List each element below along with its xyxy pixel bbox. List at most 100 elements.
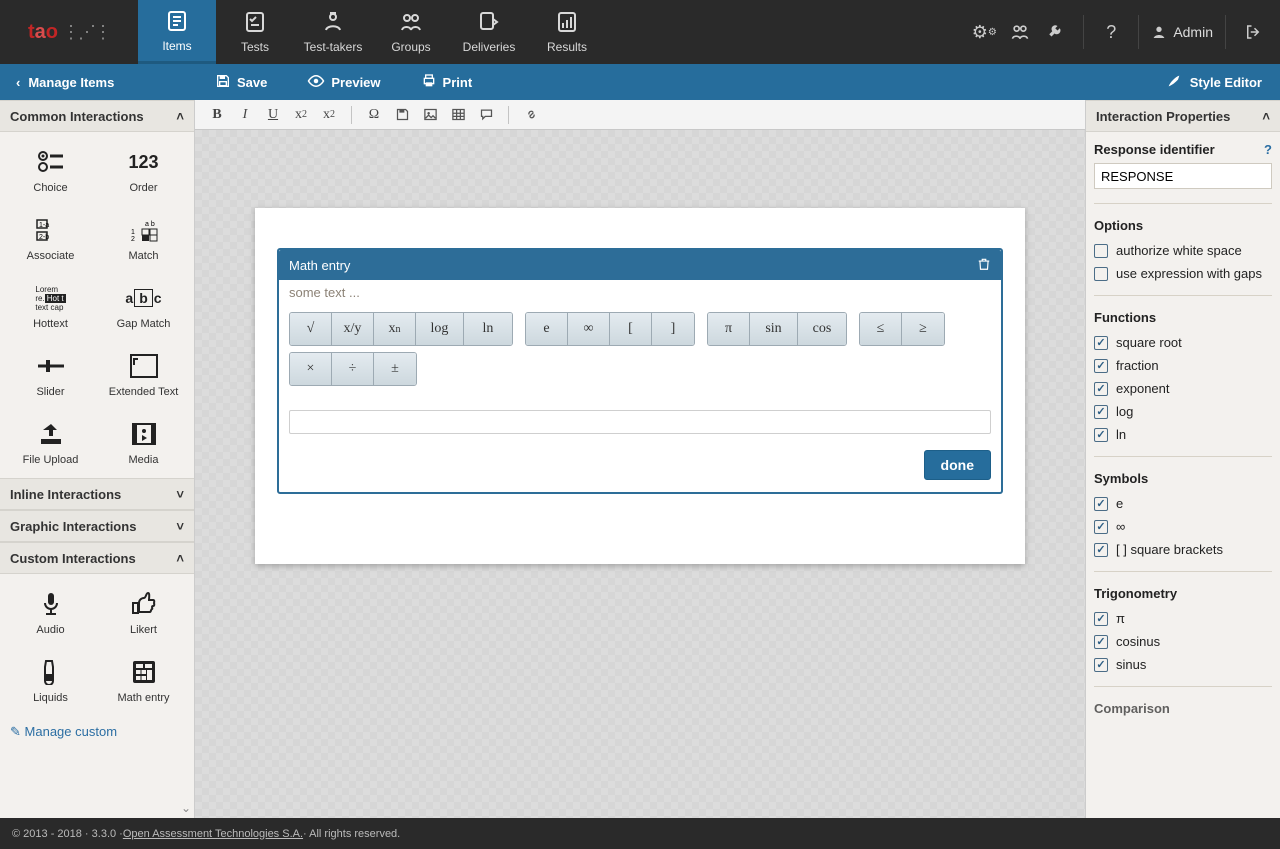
interaction-audio[interactable]: Audio xyxy=(4,582,97,644)
nav-deliveries[interactable]: Deliveries xyxy=(450,0,528,64)
math-btn-[interactable]: ] xyxy=(652,313,694,345)
settings-icon[interactable]: ⚙⚙ xyxy=(969,17,999,47)
math-input-field[interactable] xyxy=(289,410,991,434)
bold-button[interactable]: B xyxy=(205,103,229,127)
checkbox[interactable] xyxy=(1094,635,1108,649)
checkbox[interactable] xyxy=(1094,336,1108,350)
footer-link[interactable]: Open Assessment Technologies S.A. xyxy=(123,828,303,840)
panel-label: Graphic Interactions xyxy=(10,519,136,534)
interaction-order[interactable]: 123Order xyxy=(97,140,190,202)
checkbox[interactable] xyxy=(1094,244,1108,258)
manage-items-button[interactable]: ‹ Manage Items xyxy=(0,64,195,100)
math-btn-[interactable]: ± xyxy=(374,353,416,385)
checkbox[interactable] xyxy=(1094,658,1108,672)
underline-button[interactable]: U xyxy=(261,103,285,127)
interaction-media[interactable]: Media xyxy=(97,412,190,474)
save-button[interactable]: Save xyxy=(195,73,287,92)
tools-icon[interactable] xyxy=(1041,17,1071,47)
common-interactions-grid: Choice123Order1-a2-bAssociatea b12MatchL… xyxy=(0,132,194,478)
image-button[interactable] xyxy=(418,103,442,127)
interaction-math-entry[interactable]: Math entry xyxy=(97,650,190,712)
omega-button[interactable]: Ω xyxy=(362,103,386,127)
comment-button[interactable] xyxy=(474,103,498,127)
superscript-button[interactable]: x2 xyxy=(317,103,341,127)
interaction-file-upload[interactable]: File Upload xyxy=(4,412,97,474)
interaction-associate[interactable]: 1-a2-bAssociate xyxy=(4,208,97,270)
math-btn-[interactable]: ≤ xyxy=(860,313,902,345)
help-icon[interactable]: ? xyxy=(1264,142,1272,157)
checkbox[interactable] xyxy=(1094,382,1108,396)
nav-results[interactable]: Results xyxy=(528,0,606,64)
nav-tests[interactable]: Tests xyxy=(216,0,294,64)
manage-custom-link[interactable]: ✎ Manage custom xyxy=(0,716,194,748)
panel-custom-interactions[interactable]: Custom Interactions ˄ xyxy=(0,542,194,574)
nav-groups[interactable]: Groups xyxy=(372,0,450,64)
preview-button[interactable]: Preview xyxy=(287,72,400,93)
checkbox[interactable] xyxy=(1094,428,1108,442)
admin-menu[interactable]: Admin xyxy=(1151,24,1213,40)
interaction-liquids[interactable]: Liquids xyxy=(4,650,97,712)
checkbox-label: authorize white space xyxy=(1116,243,1242,258)
nav-test-takers[interactable]: Test-takers xyxy=(294,0,372,64)
print-button[interactable]: Print xyxy=(401,73,493,92)
panel-label: Interaction Properties xyxy=(1096,109,1230,124)
interaction-hottext[interactable]: Loremre.Hot ttext capHottext xyxy=(4,276,97,338)
tests-icon xyxy=(243,10,267,34)
chevron-down-icon: ˅ xyxy=(176,519,184,534)
nav-label: Items xyxy=(162,39,191,53)
canvas[interactable]: Math entry some text ... √x/yxnloglne∞[]… xyxy=(195,130,1085,818)
style-editor-button[interactable]: Style Editor xyxy=(1148,64,1280,100)
panel-inline-interactions[interactable]: Inline Interactions ˅ xyxy=(0,478,194,510)
top-bar: tao ⋮⋰⋮ Items Tests Test-takers Groups D… xyxy=(0,0,1280,64)
checkbox[interactable] xyxy=(1094,359,1108,373)
interaction-label: Associate xyxy=(27,250,75,262)
math-btn-log[interactable]: log xyxy=(416,313,464,345)
math-btn-[interactable]: ÷ xyxy=(332,353,374,385)
users-icon[interactable] xyxy=(1005,17,1035,47)
math-btn-xy[interactable]: x/y xyxy=(332,313,374,345)
panel-label: Custom Interactions xyxy=(10,551,136,566)
help-icon[interactable]: ? xyxy=(1096,17,1126,47)
checkbox[interactable] xyxy=(1094,543,1108,557)
math-btn-ln[interactable]: ln xyxy=(464,313,512,345)
checkbox-row: ∞ xyxy=(1094,519,1272,534)
nav-items[interactable]: Items xyxy=(138,0,216,64)
link-button[interactable] xyxy=(519,103,543,127)
svg-text:1: 1 xyxy=(131,229,135,236)
table-button[interactable] xyxy=(446,103,470,127)
interaction-likert[interactable]: Likert xyxy=(97,582,190,644)
math-btn-[interactable]: √ xyxy=(290,313,332,345)
math-btn-[interactable]: ≥ xyxy=(902,313,944,345)
math-btn-x[interactable]: xn xyxy=(374,313,416,345)
interaction-slider[interactable]: Slider xyxy=(4,344,97,406)
response-id-input[interactable] xyxy=(1094,163,1272,189)
placeholder-text[interactable]: some text ... xyxy=(289,280,991,306)
math-btn-[interactable]: π xyxy=(708,313,750,345)
checkbox[interactable] xyxy=(1094,520,1108,534)
interaction-extended-text[interactable]: Extended Text xyxy=(97,344,190,406)
panel-graphic-interactions[interactable]: Graphic Interactions ˅ xyxy=(0,510,194,542)
done-button[interactable]: done xyxy=(924,450,991,480)
math-btn-[interactable]: × xyxy=(290,353,332,385)
panel-common-interactions[interactable]: Common Interactions ˄ xyxy=(0,100,194,132)
save-rte-button[interactable] xyxy=(390,103,414,127)
checkbox[interactable] xyxy=(1094,405,1108,419)
math-btn-cos[interactable]: cos xyxy=(798,313,846,345)
chevron-left-icon: ‹ xyxy=(16,75,20,90)
interaction-match[interactable]: a b12Match xyxy=(97,208,190,270)
math-btn-[interactable]: ∞ xyxy=(568,313,610,345)
svg-text:1-a: 1-a xyxy=(39,222,49,229)
logout-icon[interactable] xyxy=(1238,17,1268,47)
math-btn-e[interactable]: e xyxy=(526,313,568,345)
trash-icon[interactable] xyxy=(977,257,991,274)
subscript-button[interactable]: x2 xyxy=(289,103,313,127)
checkbox[interactable] xyxy=(1094,497,1108,511)
checkbox[interactable] xyxy=(1094,612,1108,626)
italic-button[interactable]: I xyxy=(233,103,257,127)
interaction-gap-match[interactable]: abcGap Match xyxy=(97,276,190,338)
math-btn-sin[interactable]: sin xyxy=(750,313,798,345)
math-btn-[interactable]: [ xyxy=(610,313,652,345)
checkbox[interactable] xyxy=(1094,267,1108,281)
interaction-choice[interactable]: Choice xyxy=(4,140,97,202)
panel-interaction-properties[interactable]: Interaction Properties ˄ xyxy=(1086,100,1280,132)
